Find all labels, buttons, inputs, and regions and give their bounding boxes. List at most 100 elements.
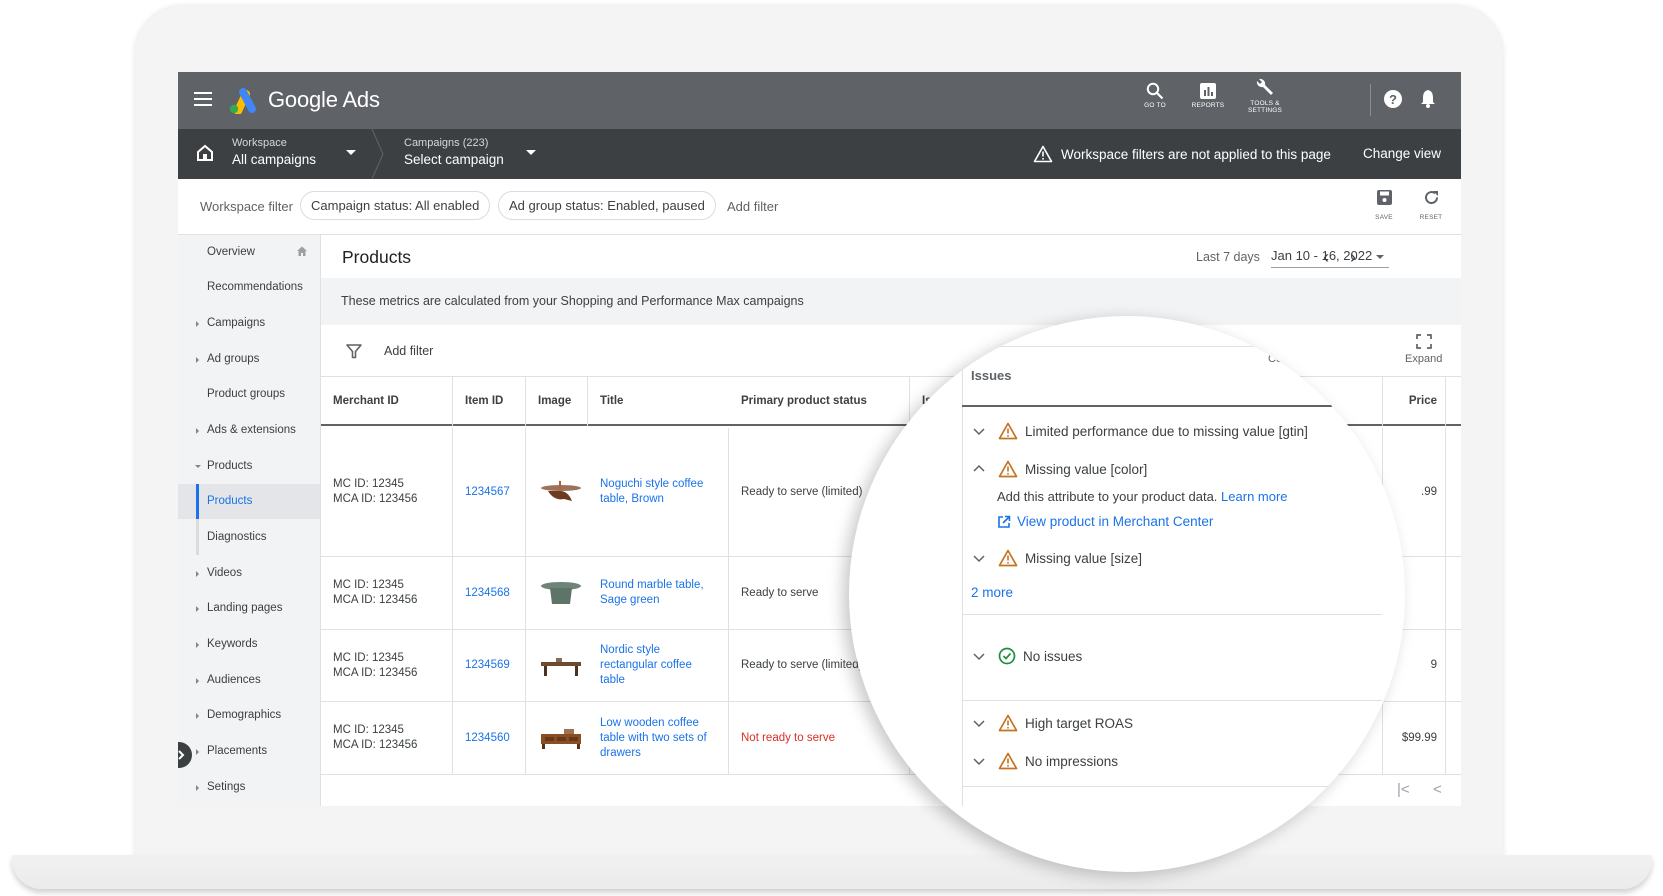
issue-item[interactable]: No impressions [972, 752, 1118, 770]
issues-header-underline [962, 405, 1332, 407]
caret-right-icon [196, 321, 199, 327]
merchant-id-cell: MC ID: 12345 MCA ID: 123456 [321, 428, 453, 556]
sidebar-item-landing-pages[interactable]: Landing pages [178, 591, 320, 626]
sidebar-item-products[interactable]: Products [178, 449, 320, 484]
sidebar-item-videos[interactable]: Videos [178, 556, 320, 591]
next-period-button[interactable]: › [1350, 247, 1356, 268]
sidebar-item-ad-groups[interactable]: Ad groups [178, 342, 320, 377]
issue-text: Limited performance due to missing value… [1025, 423, 1308, 439]
sidebar-item-demographics[interactable]: Demographics [178, 698, 320, 733]
column-header-item-id[interactable]: Item ID [453, 377, 526, 426]
item-id-link[interactable]: 1234568 [453, 557, 526, 629]
row-divider [962, 786, 1382, 787]
workspace-warning: Workspace filters are not applied to thi… [1033, 145, 1331, 163]
learn-more-link[interactable]: Learn more [1221, 489, 1287, 504]
reset-button[interactable]: RESET [1411, 189, 1451, 221]
change-view-button[interactable]: Change view [1363, 146, 1441, 161]
sidebar-item-products-sub[interactable]: Products [178, 484, 320, 519]
prev-page-button[interactable]: < [1433, 781, 1442, 798]
product-title-link[interactable]: Low wooden coffee table with two sets of… [588, 702, 729, 774]
bell-icon[interactable] [1419, 89, 1437, 109]
sidebar-item-diagnostics-sub[interactable]: Diagnostics [178, 520, 320, 555]
sidebar-item-placements[interactable]: Placements [178, 734, 320, 769]
issues-column-divider [962, 346, 963, 806]
workspace-bar: Workspace All campaigns Campaigns (223) … [178, 129, 1461, 179]
product-title: Noguchi style coffee table, Brown [600, 478, 704, 505]
columns-button[interactable]: Columns [1268, 336, 1311, 365]
sidebar-item-ads-extensions[interactable]: Ads & extensions [178, 413, 320, 448]
campaign-selector[interactable]: Campaigns (223) Select campaign [404, 137, 504, 167]
product-image [526, 630, 588, 701]
info-banner-text: These metrics are calculated from your S… [341, 294, 804, 308]
caret-right-icon [196, 785, 199, 791]
help-icon[interactable]: ? [1383, 89, 1403, 109]
round-marble-table-image [541, 582, 581, 604]
filter-chip-campaign-status[interactable]: Campaign status: All enabled [300, 191, 491, 220]
sidebar-item-campaigns[interactable]: Campaigns [178, 306, 320, 341]
issue-text: High target ROAS [1025, 715, 1134, 731]
tools-settings-button[interactable]: TOOLS & SETTINGS [1235, 78, 1295, 114]
sidebar-item-label: Demographics [207, 709, 282, 721]
chevron-down-icon [973, 720, 985, 728]
workspace-selector[interactable]: Workspace All campaigns [232, 137, 316, 167]
product-title-link[interactable]: Noguchi style coffee table, Brown [588, 428, 729, 556]
sidebar-item-overview[interactable]: Overview [178, 235, 320, 270]
date-range-select[interactable]: Jan 10 - 16, 2022 [1271, 248, 1389, 268]
product-title: Low wooden coffee table with two sets of… [600, 716, 707, 759]
issue-item[interactable]: Missing value [size] [972, 549, 1142, 567]
item-id-link[interactable]: 1234569 [453, 630, 526, 701]
caret-right-icon [196, 749, 199, 755]
merchant-id-cell: MC ID: 12345 MCA ID: 123456 [321, 557, 453, 629]
expand-button[interactable]: Expand [1405, 334, 1442, 365]
column-header-title[interactable]: Title [588, 377, 729, 426]
item-id-link[interactable]: 1234567 [453, 428, 526, 556]
column-header-impr-[interactable]: Impr. [1446, 377, 1461, 426]
issue-item[interactable]: High target ROAS [972, 714, 1133, 732]
chevron-down-icon [973, 428, 985, 436]
sidebar-item-keywords[interactable]: Keywords [178, 627, 320, 662]
filter-icon[interactable] [346, 343, 362, 359]
product-title-link[interactable]: Round marble table, Sage green [588, 557, 729, 629]
reports-label: REPORTS [1191, 102, 1225, 109]
reports-button[interactable]: REPORTS [1178, 82, 1238, 109]
sidebar-item-label: Diagnostics [207, 531, 267, 543]
impressions-cell: 13,451 [1446, 557, 1461, 629]
issue-item[interactable]: Limited performance due to missing value… [972, 422, 1308, 440]
menu-icon[interactable] [194, 92, 212, 106]
open-external-icon [998, 515, 1011, 528]
mca-id: MCA ID: 123456 [333, 594, 418, 606]
low-wooden-table-image [541, 729, 581, 749]
add-workspace-filter-button[interactable]: Add filter [727, 199, 778, 214]
download-button[interactable]: Download [1331, 334, 1380, 365]
item-id-link[interactable]: 1234560 [453, 702, 526, 774]
issue-item-expanded[interactable]: Missing value [color] [972, 460, 1147, 478]
sidebar-item-product-groups[interactable]: Product groups [178, 377, 320, 412]
column-header-image[interactable]: Image [526, 377, 588, 426]
save-button[interactable]: SAVE [1364, 189, 1404, 221]
sidebar-item-setings[interactable]: Setings [178, 770, 320, 805]
wrench-icon [1256, 78, 1273, 95]
issue-description: Add this attribute to your product data.… [997, 489, 1288, 504]
product-title-link[interactable]: Nordic style rectangular coffee table [588, 630, 729, 701]
sidebar-item-label: Product groups [207, 388, 285, 400]
warning-icon [998, 752, 1018, 770]
view-in-merchant-center-link[interactable]: View product in Merchant Center [997, 514, 1213, 529]
issue-item[interactable]: No issues [972, 647, 1082, 665]
prev-period-button[interactable]: ‹ [1323, 247, 1329, 268]
sidebar-item-audiences[interactable]: Audiences [178, 663, 320, 698]
date-caret-icon[interactable] [1376, 255, 1384, 259]
sidebar-item-recommendations[interactable]: Recommendations [178, 270, 320, 305]
check-circle-icon [998, 647, 1016, 665]
home-icon[interactable] [196, 144, 214, 162]
goto-button[interactable]: GO TO [1125, 82, 1185, 109]
columns-icon [1281, 336, 1298, 349]
filter-chip-ad-group-status[interactable]: Ad group status: Enabled, paused [498, 191, 716, 220]
workspace-filter-bar: Workspace filter Campaign status: All en… [178, 179, 1461, 235]
column-header-merchant-id[interactable]: Merchant ID [321, 377, 453, 426]
campaign-caret-icon[interactable] [526, 150, 536, 155]
caret-right-icon [196, 606, 199, 612]
add-table-filter-button[interactable]: Add filter [384, 344, 433, 358]
workspace-caret-icon[interactable] [346, 150, 356, 155]
goto-label: GO TO [1144, 102, 1166, 109]
more-issues-link[interactable]: 2 more [971, 585, 1013, 600]
